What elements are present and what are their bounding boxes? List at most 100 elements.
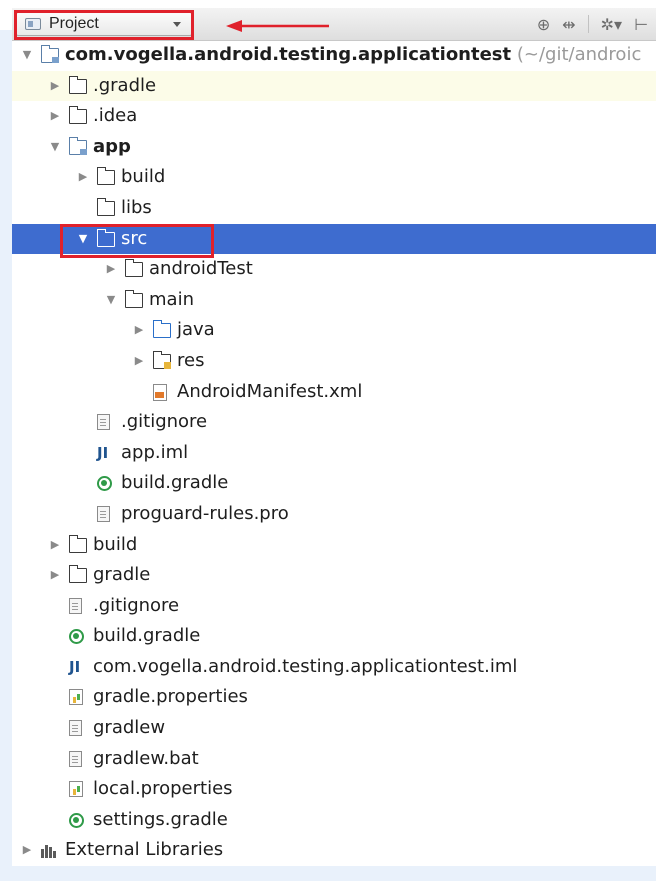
tree-row-gradlew-bat[interactable]: gradlew.bat [12, 744, 656, 775]
folder-icon [96, 167, 115, 186]
tree-row-androidtest[interactable]: ▶ androidTest [12, 254, 656, 285]
tree-row-gitignore[interactable]: .gitignore [12, 591, 656, 622]
project-view-selector[interactable]: Project [16, 12, 192, 36]
tree-row-build-gradle[interactable]: build.gradle [12, 621, 656, 652]
iml-file-icon: JI [69, 657, 81, 676]
collapsed-arrow-icon[interactable]: ▶ [132, 346, 146, 377]
folder-icon [68, 565, 87, 584]
source-folder-icon [152, 320, 171, 339]
text-file-icon [97, 414, 110, 431]
tree-item-label: com.vogella.android.testing.applicationt… [65, 44, 642, 65]
properties-file-icon [69, 781, 83, 798]
collapsed-arrow-icon[interactable]: ▶ [48, 71, 62, 102]
tree-row-idea[interactable]: ▶ .idea [12, 101, 656, 132]
tree-item-label: gradle [93, 564, 151, 586]
expanded-arrow-icon[interactable]: ▼ [76, 224, 90, 255]
collapsed-arrow-icon[interactable]: ▶ [48, 560, 62, 591]
tree-item-label: androidTest [149, 258, 253, 280]
tree-row-gradle-properties[interactable]: gradle.properties [12, 682, 656, 713]
tree-row-external-libraries[interactable]: ▶ External Libraries [12, 835, 656, 866]
tree-item-label: libs [121, 196, 152, 218]
folder-icon [68, 534, 87, 553]
tree-item-label: com.vogella.android.testing.applicationt… [93, 655, 518, 677]
collapsed-arrow-icon[interactable]: ▶ [48, 530, 62, 561]
tree-item-label: build.gradle [121, 472, 229, 494]
gradle-file-icon [69, 812, 84, 828]
tree-item-label: local.properties [93, 778, 233, 800]
library-bar [53, 851, 56, 859]
tree-item-label: AndroidManifest.xml [177, 380, 363, 402]
toolbar-divider [587, 15, 589, 33]
collapsed-arrow-icon[interactable]: ▶ [104, 254, 118, 285]
project-view-label: Project [49, 15, 99, 32]
tree-row-java[interactable]: ▶ java [12, 315, 656, 346]
tree-item-label: build.gradle [93, 625, 201, 647]
tree-row-build-gradle[interactable]: build.gradle [12, 468, 656, 499]
tree-row-androidmanifest-xml[interactable]: AndroidManifest.xml [12, 377, 656, 408]
tree-item-label: src [121, 227, 148, 249]
tree-row-src[interactable]: ▼ src [12, 223, 656, 255]
tree-row-main[interactable]: ▼ main [12, 285, 656, 316]
library-bar [45, 845, 48, 859]
expanded-arrow-icon[interactable]: ▼ [20, 40, 34, 71]
tree-item-label: main [149, 288, 194, 310]
library-bar [49, 847, 52, 859]
text-file-icon [97, 505, 110, 522]
tree-item-label: build [93, 533, 138, 555]
tree-row-local-properties[interactable]: local.properties [12, 774, 656, 805]
tree-item-label: proguard-rules.pro [121, 502, 289, 524]
background-band [0, 866, 656, 881]
module-folder-icon [68, 136, 87, 155]
collapsed-arrow-icon[interactable]: ▶ [20, 835, 34, 866]
tree-item-label: app [93, 135, 131, 157]
folder-icon [124, 289, 143, 308]
folder-icon [96, 197, 115, 216]
folder-icon [96, 228, 115, 247]
tree-item-label: settings.gradle [93, 808, 228, 830]
tree-row-libs[interactable]: libs [12, 193, 656, 224]
background-band [0, 30, 12, 881]
settings-icon[interactable]: ✲▾ [601, 15, 622, 34]
collapsed-arrow-icon[interactable]: ▶ [76, 162, 90, 193]
tree-item-label: .gitignore [121, 411, 208, 433]
expanded-arrow-icon[interactable]: ▼ [104, 285, 118, 316]
tree-row-gitignore[interactable]: .gitignore [12, 407, 656, 438]
module-folder-icon [40, 45, 59, 63]
tree-item-label: .gradle [93, 74, 157, 96]
resource-folder-icon [152, 350, 171, 369]
library-bar [41, 849, 44, 859]
tree-item-label: build [121, 166, 166, 188]
iml-file-icon: JI [97, 443, 109, 462]
project-tree: ▼ com.vogella.android.testing.application… [12, 40, 656, 866]
tree-row-gradlew[interactable]: gradlew [12, 713, 656, 744]
tree-row-build[interactable]: ▶ build [12, 530, 656, 561]
tree-row-gradle[interactable]: ▶ gradle [12, 560, 656, 591]
project-toolbar: Project ⊕ ⇹ ✲▾ ⊢ [12, 8, 656, 41]
hide-icon[interactable]: ⊢ [634, 15, 648, 34]
tree-row-build[interactable]: ▶ build [12, 162, 656, 193]
collapse-icon[interactable]: ⇹ [562, 15, 575, 34]
text-file-icon [69, 597, 82, 614]
expanded-arrow-icon[interactable]: ▼ [48, 132, 62, 163]
tree-item-label: java [177, 319, 215, 341]
tree-row-proguard-rules-pro[interactable]: proguard-rules.pro [12, 499, 656, 530]
folder-icon [68, 106, 87, 125]
tree-item-label: gradlew.bat [93, 747, 199, 769]
collapsed-arrow-icon[interactable]: ▶ [48, 101, 62, 132]
tree-row-gradle[interactable]: ▶ .gradle [12, 70, 656, 102]
gradle-file-icon [69, 629, 84, 645]
tree-row-com-vogella-android-testing-applicationtest-iml[interactable]: JI com.vogella.android.testing.applicatio… [12, 652, 656, 683]
toolbar-actions: ⊕ ⇹ ✲▾ ⊢ [537, 15, 648, 34]
tree-item-label: .idea [93, 105, 138, 127]
tree-row-settings-gradle[interactable]: settings.gradle [12, 805, 656, 836]
text-file-icon [69, 720, 82, 737]
project-view-icon [25, 18, 41, 30]
tree-row-com-vogella-android-testing-applicationtest[interactable]: ▼ com.vogella.android.testing.application… [12, 40, 656, 71]
libraries-icon [41, 843, 59, 859]
collapsed-arrow-icon[interactable]: ▶ [132, 315, 146, 346]
tree-item-label: External Libraries [65, 839, 224, 861]
sync-icon[interactable]: ⊕ [537, 15, 550, 34]
tree-row-app-iml[interactable]: JI app.iml [12, 438, 656, 469]
tree-row-app[interactable]: ▼ app [12, 132, 656, 163]
tree-row-res[interactable]: ▶ res [12, 346, 656, 377]
